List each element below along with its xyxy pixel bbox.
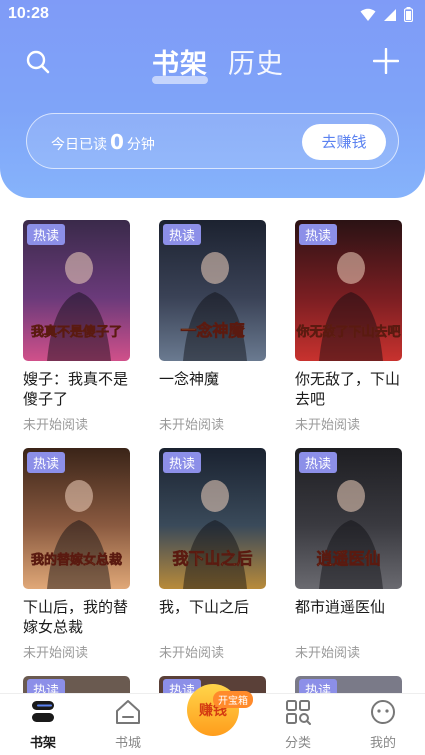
book-card[interactable]: 一念神魔 热读 一念神魔 未开始阅读 — [159, 220, 266, 433]
nav-bookstore[interactable]: 书城 — [98, 698, 158, 751]
search-icon — [26, 50, 50, 74]
status-icons — [360, 7, 413, 22]
tab-history[interactable]: 历史 — [228, 42, 284, 81]
book-cover[interactable]: 你无敌了下山去吧 热读 — [295, 220, 402, 361]
reading-time-text: 今日已读 0 分钟 — [51, 130, 155, 154]
bookshelf-icon — [32, 701, 54, 722]
book-cover[interactable]: 逍遥医仙 热读 — [295, 448, 402, 589]
nav-bookshelf[interactable]: 书架 — [13, 698, 73, 751]
nav-bookshelf-label: 书架 — [29, 736, 56, 751]
earn-money-button[interactable]: 去赚钱 — [302, 124, 386, 160]
reading-time-banner: 今日已读 0 分钟 去赚钱 — [26, 113, 399, 169]
nav-profile[interactable]: 我的 — [353, 698, 413, 751]
book-card[interactable]: 我下山之后 热读 我，下山之后 未开始阅读 — [159, 448, 266, 661]
hot-tag: 热读 — [299, 452, 338, 473]
tab-bookshelf[interactable]: 书架 — [152, 42, 208, 84]
hot-tag: 热读 — [27, 452, 66, 473]
book-status: 未开始阅读 — [159, 418, 225, 433]
bottom-nav: 书架 书城 赚钱 开宝箱 分类 我的 — [0, 684, 425, 755]
cover-title-text: 一念神魔 — [180, 321, 245, 340]
book-cover[interactable]: 我的替嫁女总裁 热读 — [23, 448, 130, 589]
book-status: 未开始阅读 — [23, 418, 89, 433]
hot-tag: 热读 — [27, 224, 66, 245]
book-title[interactable]: 都市逍遥医仙 — [295, 597, 402, 637]
book-cover[interactable]: 一念神魔 热读 — [159, 220, 266, 361]
add-button[interactable] — [372, 47, 400, 75]
book-card[interactable]: 你无敌了下山去吧 热读 你无敌了，下山去吧 未开始阅读 — [295, 220, 402, 433]
category-icon — [286, 700, 311, 725]
bookstore-icon — [116, 700, 140, 724]
nav-bookstore-label: 书城 — [114, 736, 141, 751]
tab-bookshelf-label: 书架 — [152, 49, 208, 80]
signal-icon — [384, 8, 396, 21]
tab-history-label: 历史 — [228, 49, 284, 80]
treasure-chest-badge[interactable]: 开宝箱 — [213, 691, 253, 708]
reading-minutes: 0 — [110, 130, 124, 154]
cover-title-text: 我真不是傻子了 — [31, 324, 122, 340]
status-bar: 10:28 — [0, 0, 425, 30]
cover-title-text: 逍遥医仙 — [316, 549, 380, 568]
hot-tag: 热读 — [299, 224, 338, 245]
book-cover[interactable]: 我真不是傻子了 热读 — [23, 220, 130, 361]
hot-tag: 热读 — [163, 224, 202, 245]
cover-title-text: 我的替嫁女总裁 — [31, 552, 122, 568]
book-card[interactable]: 我的替嫁女总裁 热读 下山后，我的替嫁女总裁 未开始阅读 — [23, 448, 130, 661]
battery-icon — [404, 7, 413, 22]
book-title[interactable]: 一念神魔 — [159, 369, 266, 409]
book-title[interactable]: 你无敌了，下山去吧 — [295, 369, 402, 409]
book-status: 未开始阅读 — [295, 418, 361, 433]
header: 10:28 书架 历史 今日已读 0 分钟 去赚钱 — [0, 0, 425, 198]
reading-suffix: 分钟 — [126, 137, 155, 153]
nav-profile-label: 我的 — [369, 736, 396, 751]
book-card[interactable]: 逍遥医仙 热读 都市逍遥医仙 未开始阅读 — [295, 448, 402, 661]
book-status: 未开始阅读 — [159, 646, 225, 661]
nav-category[interactable]: 分类 — [268, 698, 328, 751]
profile-icon — [371, 700, 395, 724]
status-time: 10:28 — [8, 5, 49, 22]
reading-prefix: 今日已读 — [51, 137, 107, 153]
book-title[interactable]: 下山后，我的替嫁女总裁 — [23, 597, 130, 637]
book-status: 未开始阅读 — [23, 646, 89, 661]
nav-category-label: 分类 — [284, 736, 311, 751]
book-card[interactable]: 我真不是傻子了 热读 嫂子：我真不是傻子了 未开始阅读 — [23, 220, 130, 433]
book-title[interactable]: 我，下山之后 — [159, 597, 266, 637]
plus-icon — [372, 47, 400, 75]
wifi-icon — [360, 8, 376, 21]
cover-title-text: 我下山之后 — [172, 549, 252, 568]
cover-title-text: 你无敌了下山去吧 — [295, 324, 400, 340]
book-cover[interactable]: 我下山之后 热读 — [159, 448, 266, 589]
book-status: 未开始阅读 — [295, 646, 361, 661]
shelf-tabs: 书架 历史 — [152, 42, 284, 84]
hot-tag: 热读 — [163, 452, 202, 473]
search-button[interactable] — [24, 48, 52, 76]
book-title[interactable]: 嫂子：我真不是傻子了 — [23, 369, 130, 409]
